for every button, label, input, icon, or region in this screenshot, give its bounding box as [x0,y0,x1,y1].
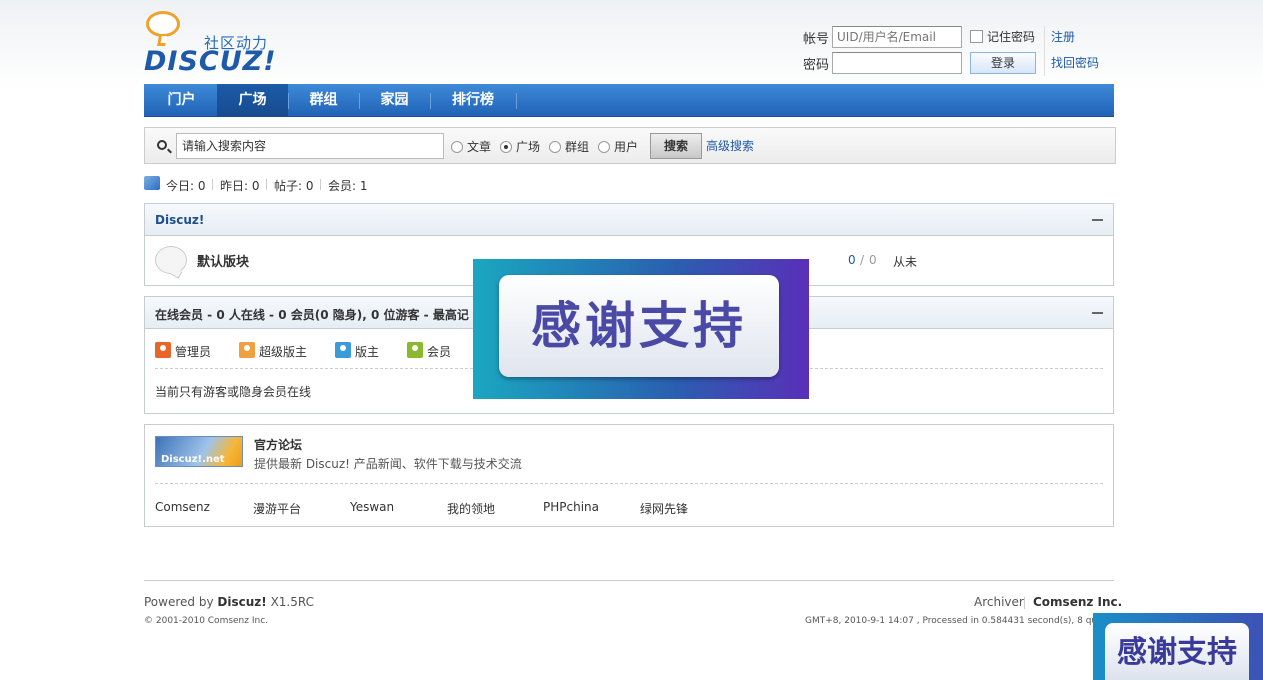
footer-timing: GMT+8, 2010-9-1 14:07 , Processed in 0.5… [805,616,1093,626]
nav-item-ranking[interactable]: 排行榜 [430,84,516,117]
forum-threads-count: 0 [848,253,856,267]
password-label: 密码 [803,58,830,73]
search-option-group-radio[interactable] [549,141,561,153]
search-option-plaza[interactable]: 广场 [516,138,540,155]
collapse-icon[interactable] [1092,312,1103,314]
username-label: 帐号 [803,32,830,47]
member-icon [407,342,423,358]
stat-yesterday: 昨日: 0 [220,179,260,193]
forgot-password-link[interactable]: 找回密码 [1051,54,1099,71]
stat-today: 今日: 0 [166,179,206,193]
official-forum-logo[interactable]: Discuz!.net [155,436,243,467]
forum-last-post: 从未 [893,255,918,269]
thanks-popup[interactable]: 感谢支持 [473,259,809,399]
forum-posts-count: 0 [869,253,877,267]
forum-name[interactable]: 默认版块 [197,251,249,270]
online-note: 当前只有游客或隐身会员在线 [155,385,312,399]
collapse-icon[interactable] [1092,219,1103,221]
footer-archiver-link[interactable]: Archiver [974,595,1024,609]
login-button[interactable]: 登录 [970,52,1036,74]
friend-link-domain[interactable]: 我的领地 [447,500,495,517]
search-option-plaza-radio[interactable] [500,141,512,153]
moderator-icon [335,342,351,358]
friend-link-comsenz[interactable]: Comsenz [155,500,210,514]
search-option-article-radio[interactable] [451,141,463,153]
username-input[interactable] [832,26,962,48]
friend-link-phpchina[interactable]: PHPchina [543,500,599,514]
search-option-user[interactable]: 用户 [614,138,638,155]
nav-item-groups[interactable]: 群组 [288,84,359,117]
nav-item-portal[interactable]: 门户 [146,84,217,117]
super-moderator-icon [239,342,255,358]
password-input[interactable] [832,52,962,74]
search-option-user-radio[interactable] [598,141,610,153]
footer-copyright: © 2001-2010 Comsenz Inc. [144,616,269,626]
stats-chart-icon [144,176,160,190]
site-logo[interactable]: 社区动力 DISCUZ! [144,10,284,80]
search-option-group[interactable]: 群组 [565,138,589,155]
logo-brand: DISCUZ! [144,46,277,77]
advanced-search-link[interactable]: 高级搜索 [706,137,754,154]
footer-company-link[interactable]: Comsenz Inc. [1033,595,1122,609]
online-title[interactable]: 在线会员 - 0 人在线 - 0 会员(0 隐身), 0 位游客 - 最高记 [155,306,469,323]
nav-item-plaza[interactable]: 广场 [217,84,288,117]
thanks-popup-text: 感谢支持 [499,275,779,377]
logo-bubble-icon [146,11,180,37]
footer-brand-link[interactable]: Discuz! [217,595,266,609]
thanks-popup-corner-text: 感谢支持 [1105,623,1249,680]
login-form: 帐号 记住密码 密码 登录 注册 找回密码 [803,26,1123,82]
friend-links: Discuz!.net 官方论坛 提供最新 Discuz! 产品新闻、软件下载与… [144,424,1114,527]
main-nav: 门户 广场 群组 家园 排行榜 [144,84,1114,117]
stat-members: 会员: 1 [328,179,368,193]
search-icon [157,140,167,150]
friend-link-yeswan[interactable]: Yeswan [350,500,394,514]
search-option-article[interactable]: 文章 [467,138,491,155]
forum-bubble-icon [155,246,187,274]
remember-label[interactable]: 记住密码 [987,28,1035,45]
footer-powered: Powered by Discuz! X1.5RC [144,595,314,609]
search-input[interactable]: 请输入搜索内容 [176,133,444,159]
nav-item-home[interactable]: 家园 [359,84,430,117]
remember-checkbox[interactable] [970,30,983,43]
category-title[interactable]: Discuz! [155,213,204,227]
search-button[interactable]: 搜索 [650,133,702,159]
search-bar: 请输入搜索内容 文章 广场 群组 用户 搜索 高级搜索 [144,127,1116,164]
official-forum-title[interactable]: 官方论坛 [254,436,302,453]
register-link[interactable]: 注册 [1051,28,1075,45]
stat-posts: 帖子: 0 [274,179,314,193]
friend-link-greennet[interactable]: 绿网先锋 [640,500,688,517]
official-forum-desc: 提供最新 Discuz! 产品新闻、软件下载与技术交流 [254,457,522,471]
thanks-popup-corner[interactable]: 感谢支持 [1093,613,1263,680]
friend-link-manyou[interactable]: 漫游平台 [253,500,301,517]
admin-icon [155,342,171,358]
